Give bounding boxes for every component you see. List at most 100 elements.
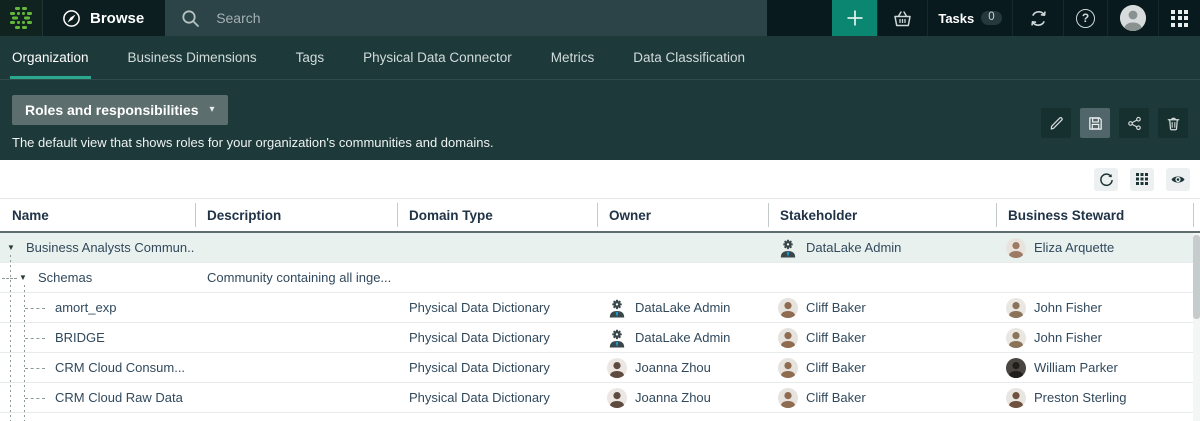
- preview-button[interactable]: [1166, 168, 1190, 191]
- user-avatar: [1120, 5, 1146, 31]
- trash-icon: [1165, 115, 1182, 132]
- business-steward-name: John Fisher: [1034, 330, 1102, 345]
- table-row[interactable]: amort_exp Physical Data Dictionary DataLak…: [0, 293, 1200, 323]
- column-header-domain-type[interactable]: Domain Type: [397, 199, 597, 231]
- search-input[interactable]: [214, 9, 752, 27]
- stakeholder-cell: Cliff Baker: [768, 383, 996, 412]
- avatar: [778, 328, 798, 348]
- avatar: [1006, 358, 1026, 378]
- owner-name: Joanna Zhou: [635, 390, 711, 405]
- avatar: [1006, 298, 1026, 318]
- tab-data-classification[interactable]: Data Classification: [633, 36, 745, 79]
- column-header-stakeholder[interactable]: Stakeholder: [768, 199, 996, 231]
- vertical-scrollbar: [1193, 233, 1200, 421]
- stakeholder-name: Cliff Baker: [806, 360, 866, 375]
- name-cell: CRM Cloud Consum...: [0, 353, 195, 382]
- business-steward-name: Eliza Arquette: [1034, 240, 1114, 255]
- stakeholder-name: Cliff Baker: [806, 300, 866, 315]
- tab-business-dimensions[interactable]: Business Dimensions: [128, 36, 257, 79]
- compass-icon: [62, 9, 81, 28]
- business-steward-name: William Parker: [1034, 360, 1118, 375]
- column-settings-button[interactable]: [1130, 168, 1154, 191]
- auto-refresh-button[interactable]: [1094, 168, 1118, 191]
- view-selector-button[interactable]: Roles and responsibilities ▾: [12, 95, 228, 125]
- tab-organization[interactable]: Organization: [12, 36, 89, 79]
- column-header-business-steward[interactable]: Business Steward: [996, 199, 1193, 231]
- stakeholder-cell: Cliff Baker: [768, 293, 996, 322]
- business-steward-cell: Preston Sterling: [996, 383, 1193, 412]
- scrollbar-thumb[interactable]: [1193, 235, 1200, 319]
- sync-icon: [1028, 8, 1049, 29]
- table-row[interactable]: CRM Cloud Raw DataPhysical Data Dictiona…: [0, 383, 1200, 413]
- browse-button[interactable]: Browse: [43, 0, 165, 36]
- table-toolbar: [0, 160, 1200, 198]
- nav-band: Organization Business Dimensions Tags Physi…: [0, 36, 1200, 160]
- table-body: ▼Business Analysts Commun...DataLake Adm…: [0, 233, 1200, 421]
- expand-caret-icon[interactable]: ▼: [7, 243, 15, 252]
- tasks-count-badge: 0: [981, 11, 1001, 26]
- name-cell: ▼Schemas: [0, 263, 195, 292]
- business-steward-name: John Fisher: [1034, 300, 1102, 315]
- owner-cell: [597, 263, 768, 292]
- avatar: [607, 358, 627, 378]
- description-cell: [195, 323, 397, 352]
- asset-name[interactable]: BRIDGE: [0, 330, 105, 345]
- apps-grid-icon: [1171, 10, 1188, 27]
- owner-cell: DataLake Admin: [597, 293, 768, 322]
- name-cell: ▼Business Analysts Commun...: [0, 233, 195, 262]
- owner-name: Joanna Zhou: [635, 360, 711, 375]
- business-steward-cell: William Parker: [996, 353, 1193, 382]
- save-view-button[interactable]: [1080, 108, 1110, 138]
- delete-view-button[interactable]: [1158, 108, 1188, 138]
- tasks-button[interactable]: Tasks 0: [927, 0, 1012, 36]
- tab-tags[interactable]: Tags: [296, 36, 325, 79]
- asset-name[interactable]: amort_exp: [0, 300, 116, 315]
- apps-menu-button[interactable]: [1158, 0, 1200, 36]
- admin-user-icon: [607, 328, 627, 348]
- avatar: [778, 388, 798, 408]
- tree-connector: [25, 338, 45, 339]
- avatar: [1006, 238, 1026, 258]
- table-row[interactable]: ▼Business Analysts Commun...DataLake Adm…: [0, 233, 1200, 263]
- view-header: Roles and responsibilities ▾ The default…: [0, 80, 1200, 150]
- column-header-description[interactable]: Description: [195, 199, 397, 231]
- search-icon: [180, 8, 201, 29]
- column-header-owner[interactable]: Owner: [597, 199, 768, 231]
- plus-icon: [846, 9, 864, 27]
- name-cell: amort_exp: [0, 293, 195, 322]
- tab-metrics[interactable]: Metrics: [551, 36, 595, 79]
- save-icon: [1087, 115, 1104, 132]
- domain-type-cell: Physical Data Dictionary: [397, 353, 597, 382]
- description-cell: [195, 383, 397, 412]
- owner-cell: [597, 233, 768, 262]
- description-cell: Community containing all inge...: [195, 263, 397, 292]
- column-header-name[interactable]: Name: [0, 199, 195, 231]
- global-search[interactable]: [165, 0, 767, 36]
- edit-view-button[interactable]: [1041, 108, 1071, 138]
- share-icon: [1126, 115, 1143, 132]
- table-row[interactable]: BRIDGEPhysical Data DictionaryDataLake A…: [0, 323, 1200, 353]
- help-button[interactable]: ?: [1063, 0, 1107, 36]
- expand-caret-icon[interactable]: ▼: [19, 273, 27, 282]
- pencil-icon: [1048, 115, 1065, 132]
- sync-button[interactable]: [1012, 0, 1063, 36]
- domain-type-cell: [397, 263, 597, 292]
- stakeholder-name: Cliff Baker: [806, 330, 866, 345]
- create-asset-button[interactable]: [832, 0, 877, 36]
- data-basket-button[interactable]: [877, 0, 927, 36]
- domain-type-cell: Physical Data Dictionary: [397, 293, 597, 322]
- name-cell: BRIDGE: [0, 323, 195, 352]
- share-view-button[interactable]: [1119, 108, 1149, 138]
- app-logo[interactable]: [0, 0, 43, 36]
- asset-name[interactable]: Business Analysts Commun...: [0, 240, 195, 255]
- user-menu-button[interactable]: [1107, 0, 1158, 36]
- table-row[interactable]: ▼SchemasCommunity containing all inge...: [0, 263, 1200, 293]
- tasks-label: Tasks: [938, 11, 974, 26]
- owner-cell: Joanna Zhou: [597, 383, 768, 412]
- table-row[interactable]: CRM Cloud Consum... Physical Data Diction…: [0, 353, 1200, 383]
- domain-type-cell: Physical Data Dictionary: [397, 383, 597, 412]
- tab-physical-data-connector[interactable]: Physical Data Connector: [363, 36, 512, 79]
- admin-user-icon: [607, 298, 627, 318]
- owner-name: DataLake Admin: [635, 300, 730, 315]
- refresh-icon: [1099, 172, 1114, 187]
